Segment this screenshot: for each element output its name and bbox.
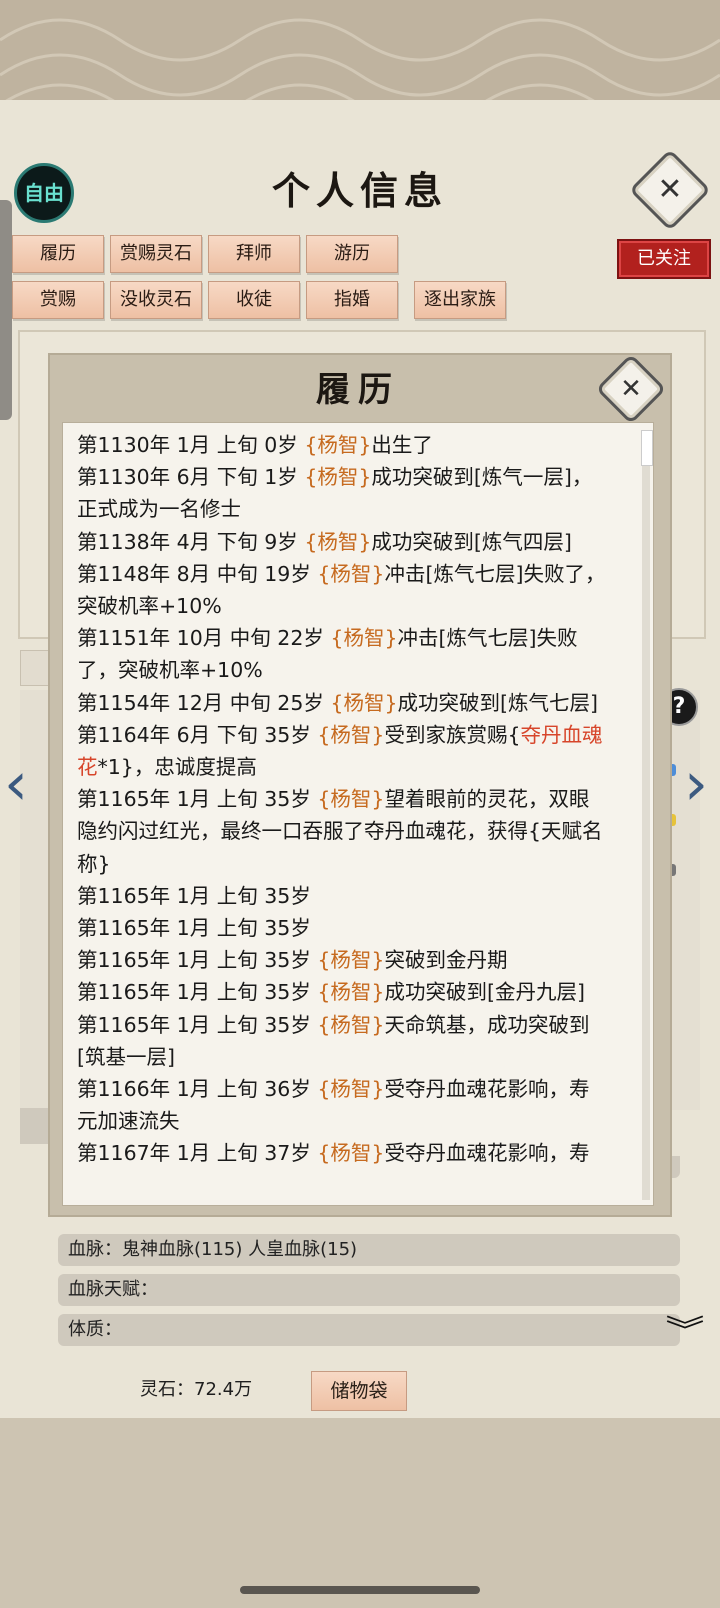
log-entry: 第1148年 8月 中旬 19岁 {杨智}冲击[炼气七层]失败了，突破机率+10…: [77, 558, 607, 622]
log-text: 成功突破到[炼气七层]: [397, 690, 599, 715]
bloodline-text: 血脉：鬼神血脉(115) 人皇血脉(15): [68, 1239, 358, 1260]
character-name: {杨智}: [317, 1077, 385, 1102]
close-icon: ✕: [657, 172, 683, 207]
log-text: 受夺丹血魂花影响，寿: [384, 1141, 590, 1166]
log-text: 第1166年 1月 上旬 36岁: [77, 1077, 318, 1102]
tab-confiscate-stones[interactable]: 没收灵石: [110, 281, 202, 319]
side-drawer-handle[interactable]: [0, 200, 12, 420]
log-text: 出生了: [371, 433, 433, 457]
log-text: 第1165年 1月 上旬 35岁: [77, 1012, 318, 1037]
dialog-title: 履历: [316, 370, 400, 410]
resume-log[interactable]: 第1130年 1月 上旬 0岁 {杨智}出生了 第1130年 6月 下旬 1岁 {…: [62, 422, 654, 1206]
log-text: 第1148年 8月 中旬 19岁: [77, 561, 318, 586]
log-entry: 第1165年 1月 上旬 35岁 {杨智}突破到金丹期: [77, 944, 607, 976]
log-text: 第1165年 1月 上旬 35岁: [77, 980, 318, 1005]
followed-button[interactable]: 已关注: [617, 239, 711, 279]
log-text: 第1165年 1月 上旬 35岁: [77, 948, 318, 973]
character-name: {杨智}: [317, 948, 385, 973]
log-text: 突破到金丹期: [384, 948, 508, 973]
character-name: {杨智}: [317, 561, 385, 586]
log-entry: 第1130年 6月 下旬 1岁 {杨智}成功突破到[炼气一层]，正式成为一名修士: [77, 461, 607, 525]
log-scroll-thumb[interactable]: [641, 430, 653, 466]
log-entry: 第1164年 6月 下旬 35岁 {杨智}受到家族赏赐{夺丹血魂花*1}，忠诚度…: [77, 719, 607, 783]
home-indicator[interactable]: [240, 1586, 480, 1594]
log-list: 第1130年 1月 上旬 0岁 {杨智}出生了 第1130年 6月 下旬 1岁 {…: [77, 429, 607, 1170]
log-text: 成功突破到[炼气四层]: [371, 529, 572, 554]
tab-arrange-marriage[interactable]: 指婚: [306, 281, 398, 319]
log-entry: 第1165年 1月 上旬 35岁 {杨智}望着眼前的灵花，双眼隐约闪过红光，最终…: [77, 783, 607, 880]
log-text: 第1165年 1月 上旬 35岁: [77, 883, 311, 908]
prev-arrow-icon[interactable]: ‹: [4, 754, 28, 814]
log-entry: 第1165年 1月 上旬 35岁: [77, 912, 607, 944]
log-text: 第1165年 1月 上旬 35岁: [77, 787, 318, 812]
log-text: *1}，忠诚度提高: [97, 755, 257, 780]
character-name: {杨智}: [317, 722, 385, 747]
tab-take-master[interactable]: 拜师: [208, 235, 300, 273]
log-entry: 第1165年 1月 上旬 35岁 {杨智}天命筑基，成功突破到[筑基一层]: [77, 1009, 607, 1073]
log-entry: 第1154年 12月 中旬 25岁 {杨智}成功突破到[炼气七层]: [77, 687, 607, 719]
header-decoration: [0, 0, 720, 110]
physique-text: 体质：: [68, 1319, 122, 1340]
character-name: {杨智}: [330, 690, 398, 715]
character-name: {杨智}: [317, 1012, 385, 1037]
log-text: 受到家族赏赐{: [384, 722, 521, 747]
log-text: 第1130年 1月 上旬 0岁: [77, 433, 305, 457]
log-entry: 第1130年 1月 上旬 0岁 {杨智}出生了: [77, 429, 607, 461]
lower-background: [0, 1418, 720, 1608]
log-text: 第1154年 12月 中旬 25岁: [77, 690, 331, 715]
bloodline-talent-row: 血脉天赋：: [58, 1274, 680, 1306]
log-text: 成功突破到[金丹九层]: [384, 980, 585, 1005]
log-entry: 第1165年 1月 上旬 35岁: [77, 880, 607, 912]
character-name: {杨智}: [317, 1141, 385, 1166]
expand-down-icon[interactable]: ︾: [666, 1306, 705, 1350]
log-entry: 第1167年 1月 上旬 37岁 {杨智}受夺丹血魂花影响，寿: [77, 1137, 607, 1169]
bloodline-row: 血脉：鬼神血脉(115) 人皇血脉(15): [58, 1234, 680, 1266]
next-arrow-icon[interactable]: ›: [684, 754, 708, 814]
log-entry: 第1151年 10月 中旬 22岁 {杨智}冲击[炼气七层]失败了，突破机率+1…: [77, 622, 607, 686]
tab-reward[interactable]: 赏赐: [12, 281, 104, 319]
log-scrollbar[interactable]: [642, 430, 650, 1200]
log-entry: 第1166年 1月 上旬 36岁 {杨智}受夺丹血魂花影响，寿元加速流失: [77, 1073, 607, 1137]
tab-take-disciple[interactable]: 收徒: [208, 281, 300, 319]
bloodline-talent-text: 血脉天赋：: [68, 1279, 158, 1300]
character-name: {杨智}: [330, 626, 398, 651]
log-text: 第1138年 4月 下旬 9岁: [77, 529, 305, 554]
tab-reward-stones[interactable]: 赏赐灵石: [110, 235, 202, 273]
tab-resume[interactable]: 履历: [12, 235, 104, 273]
log-entry: 第1165年 1月 上旬 35岁 {杨智}成功突破到[金丹九层]: [77, 976, 607, 1008]
character-name: {杨智}: [317, 787, 385, 812]
spirit-stones-text: 灵石：72.4万: [140, 1379, 253, 1400]
physique-row: 体质：: [58, 1314, 680, 1346]
log-entry: 第1138年 4月 下旬 9岁 {杨智}成功突破到[炼气四层]: [77, 526, 607, 558]
character-name: {杨智}: [304, 465, 372, 490]
log-text: 第1165年 1月 上旬 35岁: [77, 916, 311, 941]
close-icon: ✕: [620, 374, 642, 404]
storage-bag-button[interactable]: 储物袋: [311, 1371, 407, 1411]
tab-travel[interactable]: 游历: [306, 235, 398, 273]
log-text: 第1151年 10月 中旬 22岁: [77, 626, 331, 651]
wave-pattern: [0, 18, 720, 110]
log-text: 第1167年 1月 上旬 37岁: [77, 1141, 318, 1166]
page-title: 个人信息: [271, 168, 448, 213]
log-text: 第1164年 6月 下旬 35岁: [77, 722, 318, 747]
character-name: {杨智}: [317, 980, 385, 1005]
tab-expel-family[interactable]: 逐出家族: [414, 281, 506, 319]
character-name: {杨智}: [304, 529, 372, 554]
log-text: 第1130年 6月 下旬 1岁: [77, 465, 305, 490]
character-name: {杨智}: [304, 433, 372, 457]
